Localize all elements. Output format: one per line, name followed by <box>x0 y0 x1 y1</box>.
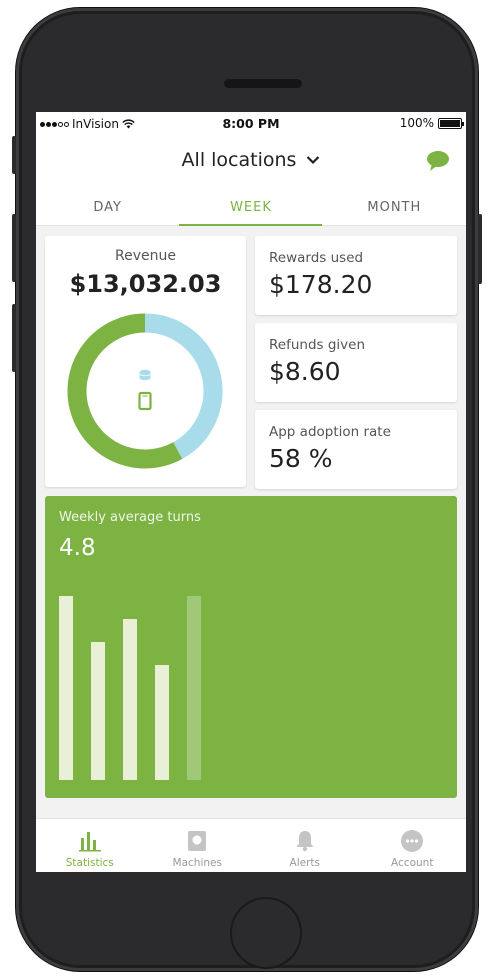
volume-down-button <box>12 304 16 372</box>
turns-bar <box>59 596 73 780</box>
nav-account-label: Account <box>391 857 434 869</box>
revenue-donut-chart <box>67 313 223 469</box>
nav-account[interactable]: Account <box>359 819 467 872</box>
rewards-label: Rewards used <box>269 250 364 266</box>
nav-machines[interactable]: Machines <box>144 819 252 872</box>
donut-segment-app <box>144 313 223 459</box>
turns-bar <box>123 619 137 780</box>
dashboard-content: Revenue $13,032.03 Rewards used $178.20 <box>36 226 466 872</box>
phone-icon <box>138 391 152 411</box>
turns-bar <box>91 642 105 780</box>
revenue-label: Revenue <box>115 248 176 264</box>
app-header: All locations <box>36 136 466 186</box>
nav-alerts[interactable]: Alerts <box>251 819 359 872</box>
battery-percent: 100% <box>399 116 434 130</box>
revenue-card[interactable]: Revenue $13,032.03 <box>45 236 246 487</box>
turns-bar <box>187 596 201 780</box>
turns-label: Weekly average turns <box>59 510 201 525</box>
bottom-nav: Statistics Machines Alerts Account <box>36 818 466 872</box>
battery-icon <box>438 117 464 129</box>
donut-segment-machine <box>67 313 183 469</box>
bell-icon <box>251 829 359 853</box>
chat-bubble-icon[interactable] <box>426 150 450 176</box>
adoption-card[interactable]: App adoption rate 58 % <box>255 410 457 489</box>
nav-statistics-label: Statistics <box>65 857 114 869</box>
turns-value: 4.8 <box>59 535 96 561</box>
turns-bar-chart <box>59 596 201 780</box>
volume-up-button <box>12 214 16 282</box>
tab-month[interactable]: MONTH <box>323 186 466 225</box>
nav-machines-label: Machines <box>172 857 222 869</box>
nav-alerts-label: Alerts <box>289 857 320 869</box>
nav-statistics[interactable]: Statistics <box>36 819 144 872</box>
location-title: All locations <box>181 149 297 171</box>
turns-bar <box>155 665 169 780</box>
refunds-card[interactable]: Refunds given $8.60 <box>255 323 457 402</box>
earpiece-speaker <box>224 79 302 88</box>
adoption-label: App adoption rate <box>269 424 391 440</box>
tab-day[interactable]: DAY <box>36 186 179 225</box>
more-icon <box>359 829 467 853</box>
app-screen: InVision 8:00 PM 100% All locations DAY … <box>36 112 466 872</box>
machine-icon <box>144 829 252 853</box>
weekly-turns-card[interactable]: Weekly average turns 4.8 <box>45 496 457 798</box>
tab-week[interactable]: WEEK <box>179 186 322 225</box>
mute-switch <box>12 136 16 174</box>
power-button <box>478 214 482 284</box>
location-selector[interactable]: All locations <box>36 149 466 171</box>
battery-status: 100% <box>399 116 464 130</box>
refunds-label: Refunds given <box>269 337 366 353</box>
bar-chart-icon <box>36 829 144 853</box>
status-bar: InVision 8:00 PM 100% <box>36 112 466 136</box>
revenue-value: $13,032.03 <box>69 270 222 298</box>
coins-icon <box>139 369 151 381</box>
adoption-value: 58 % <box>269 444 333 473</box>
home-button[interactable] <box>230 897 302 969</box>
rewards-card[interactable]: Rewards used $178.20 <box>255 236 457 315</box>
period-tabs: DAY WEEK MONTH <box>36 186 466 226</box>
rewards-value: $178.20 <box>269 270 373 299</box>
chevron-down-icon <box>306 155 320 165</box>
refunds-value: $8.60 <box>269 357 341 386</box>
